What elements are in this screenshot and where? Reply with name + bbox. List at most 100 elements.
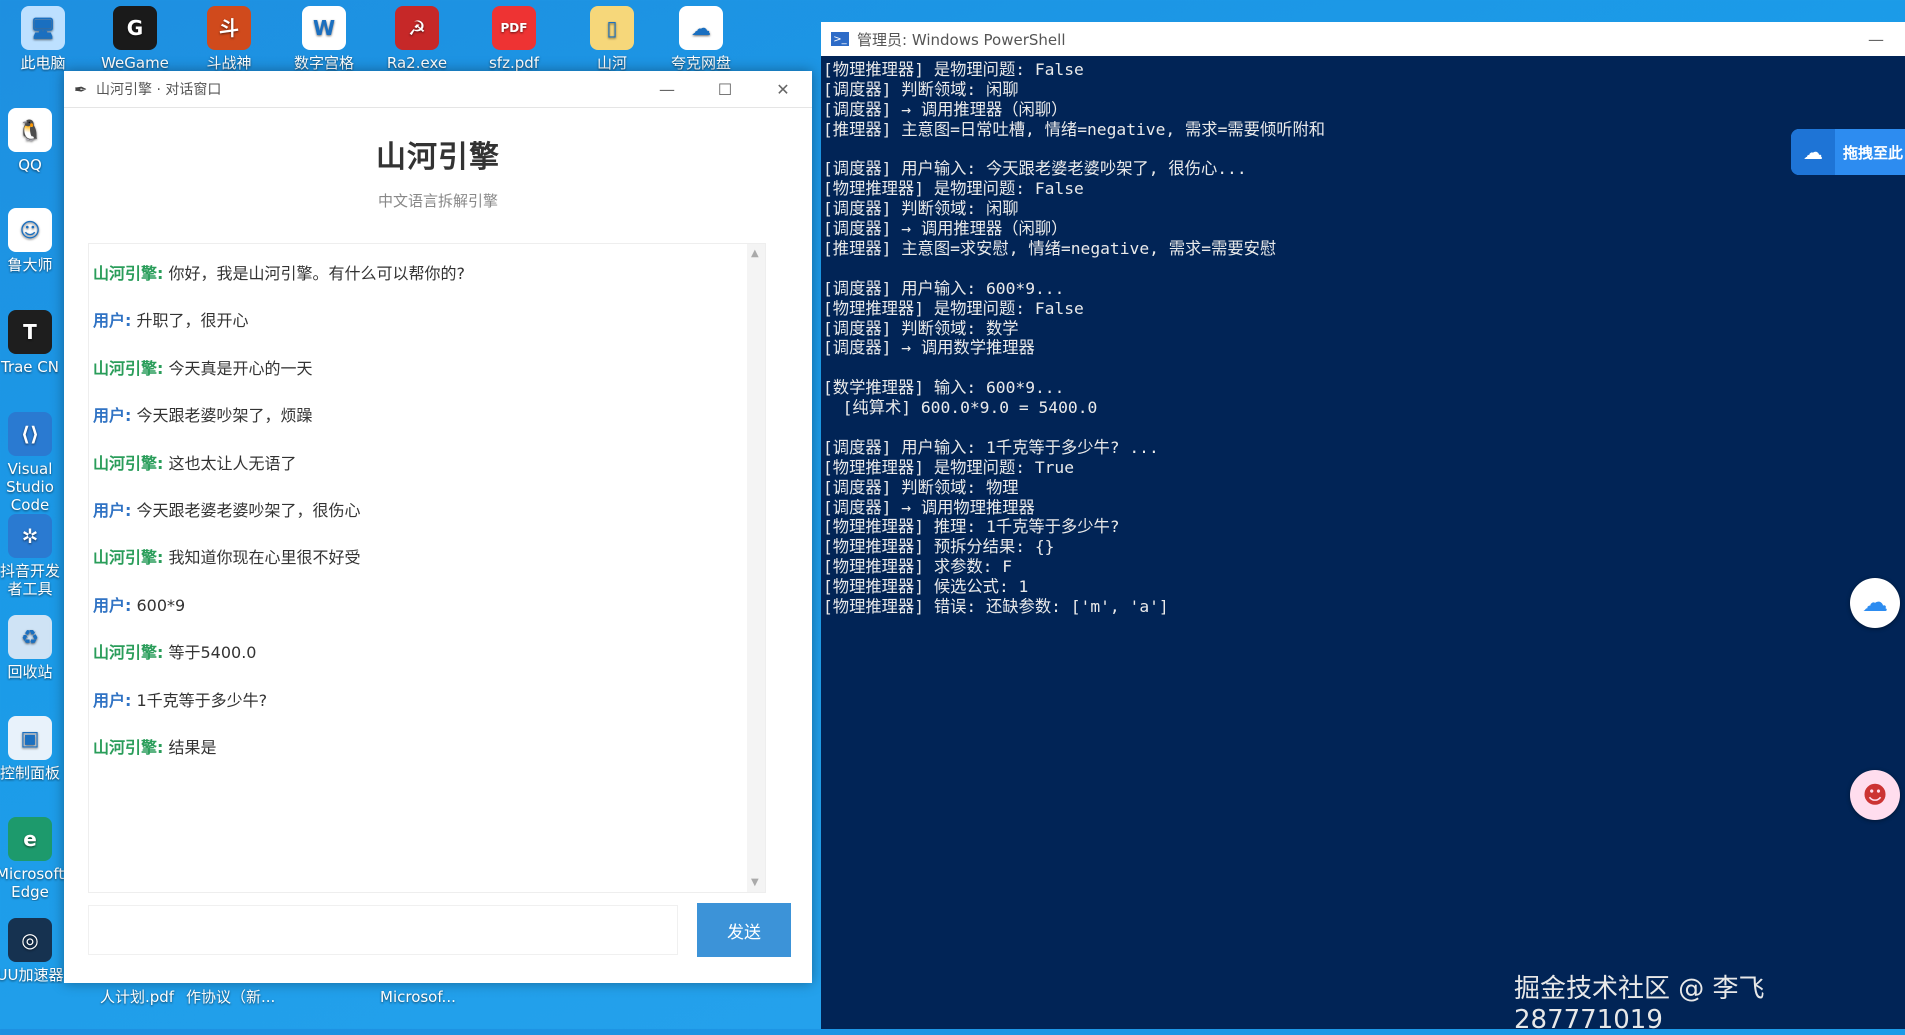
chat-message: 用户: 600*9 [89, 596, 765, 643]
desktop-left-icon-7[interactable]: e Microsoft Edge [0, 817, 64, 901]
quark-cloud-icon: ☁ [679, 6, 723, 50]
message-list[interactable]: 山河引擎: 你好，我是山河引擎。有什么可以帮你的? 用户: 升职了，很开心 山河引擎… [88, 243, 766, 893]
message-container: 山河引擎: 你好，我是山河引擎。有什么可以帮你的? 用户: 升职了，很开心 山河引擎… [89, 264, 765, 785]
desktop-left-icon-5[interactable]: ♻ 回收站 [0, 615, 64, 681]
desktop-icon-6[interactable]: ▯ 山河 [569, 6, 655, 72]
desktop-icon-label: Microsoft Edge [0, 865, 64, 901]
desktop-left-icon-8[interactable]: ◎ UU加速器 [0, 918, 64, 984]
feather-icon: ✒ [74, 79, 88, 99]
message-text: 等于5400.0 [168, 643, 257, 663]
chat-window-title: 山河引擎 · 对话窗口 [96, 82, 222, 98]
desktop-icon-label: 此电脑 [20, 54, 66, 72]
scroll-up-icon[interactable]: ▲ [751, 248, 759, 259]
douyin-dev-icon: ✲ [8, 514, 52, 558]
chat-message: 山河引擎: 结果是 [89, 738, 765, 785]
chat-message: 用户: 今天跟老婆老婆吵架了，很伤心 [89, 501, 765, 548]
baidu-upload-widget[interactable]: ☁ 拖拽至此 [1791, 129, 1905, 175]
chat-message: 用户: 升职了，很开心 [89, 311, 765, 358]
desktop-icon-2[interactable]: 斗斗战神 [186, 6, 272, 72]
desktop-icon-7[interactable]: ☁ 夸克网盘 [658, 6, 744, 72]
message-sender: 山河引擎: [93, 264, 164, 283]
powershell-line [823, 259, 1905, 279]
message-scrollbar[interactable]: ▲ ▼ [747, 244, 765, 892]
ra2-icon: ☭ [395, 6, 439, 50]
message-input[interactable] [88, 905, 678, 955]
message-sender: 用户: [93, 406, 132, 426]
powershell-line: [调度器] → 调用物理推理器 [823, 497, 1035, 517]
message-sender: 用户: [93, 500, 132, 520]
desktop-bottom-label[interactable]: Microsof... [380, 988, 456, 1006]
scroll-down-icon[interactable]: ▼ [751, 877, 759, 888]
desktop-icon-3[interactable]: W 数字宫格 [281, 6, 367, 72]
chat-message: 用户: 今天跟老婆吵架了，烦躁 [89, 406, 765, 453]
powershell-line: [调度器] 用户输入: 1千克等于多少牛? ... [823, 437, 1159, 457]
desktop-icon-label: Visual Studio Code [6, 460, 54, 514]
uu-icon: ◎ [8, 918, 52, 962]
avatar-float-icon[interactable]: ☻ [1850, 770, 1900, 820]
powershell-line: [调度器] → 调用推理器（闲聊） [823, 219, 1068, 239]
chat-message: 用户: 1千克等于多少牛? [89, 691, 765, 738]
edge-icon: e [8, 817, 52, 861]
close-button[interactable]: ✕ [754, 71, 812, 107]
powershell-line: [调度器] 用户输入: 今天跟老婆老婆吵架了, 很伤心... [823, 159, 1247, 179]
powershell-titlebar[interactable]: >_ 管理员: Windows PowerShell — [821, 22, 1905, 56]
desktop-icon-0[interactable]: 🖥 此电脑 [0, 6, 86, 72]
message-sender: 山河引擎: [93, 453, 164, 473]
powershell-line: [物理推理器] 是物理问题: False [823, 60, 1084, 79]
desktop-icon-label: 夸克网盘 [670, 54, 731, 72]
ludashi-icon: ☺ [8, 208, 52, 252]
desktop-icon-label: QQ [18, 156, 42, 174]
desktop-icon-label: 斗战神 [206, 54, 252, 72]
message-text: 这也太让人无语了 [168, 453, 297, 473]
message-sender: 用户: [93, 595, 132, 615]
app-title: 山河引擎 [376, 140, 500, 175]
desktop-bottom-label[interactable]: 作协议（新... [186, 988, 275, 1006]
input-row: 发送 [88, 903, 791, 957]
desktop-left-icon-6[interactable]: ▣ 控制面板 [0, 716, 64, 782]
powershell-line: [推理器] 主意图=求安慰, 情绪=negative, 需求=需要安慰 [823, 239, 1277, 259]
message-text: 你好，我是山河引擎。有什么可以帮你的? [168, 264, 466, 283]
message-text: 1千克等于多少牛? [136, 690, 268, 710]
chat-header: 山河引擎 中文语言拆解引擎 [64, 108, 812, 211]
powershell-minimize-button[interactable]: — [1847, 21, 1905, 57]
baidu-upload-label: 拖拽至此 [1843, 143, 1904, 162]
powershell-line [823, 140, 1905, 160]
powershell-line: [物理推理器] 推理: 1千克等于多少牛? [823, 517, 1120, 537]
maximize-button[interactable]: ☐ [696, 71, 754, 107]
desktop-left-icon-0[interactable]: 🐧 QQ [0, 108, 64, 174]
send-button[interactable]: 发送 [697, 903, 791, 957]
powershell-line: [调度器] 判断领域: 闲聊 [823, 199, 1019, 219]
desktop-left-icon-4[interactable]: ✲ 抖音开发者工具 [0, 514, 64, 598]
cloud-upload-icon: ☁ [1791, 129, 1835, 175]
desktop-icon-5[interactable]: PDF sfz.pdf [471, 6, 557, 72]
desktop-left-icon-1[interactable]: ☺ 鲁大师 [0, 208, 64, 274]
pdf-icon: PDF [492, 6, 536, 50]
desktop-icon-label: UU加速器 [0, 966, 64, 984]
chat-message: 山河引擎: 今天真是开心的一天 [89, 359, 765, 406]
word-doc-icon: W [302, 6, 346, 50]
message-sender: 用户: [93, 690, 132, 710]
desktop-icon-1[interactable]: G WeGame [92, 6, 178, 72]
vscode-icon: ⟨⟩ [8, 412, 52, 456]
powershell-line: [物理推理器] 错误: 还缺参数: ['m', 'a'] [823, 597, 1169, 617]
minimize-button[interactable]: — [638, 71, 696, 107]
powershell-line: [物理推理器] 预拆分结果: {} [823, 537, 1055, 557]
cloud-float-icon[interactable]: ☁ [1850, 578, 1900, 628]
message-text: 结果是 [168, 737, 217, 757]
desktop-bottom-label[interactable]: 人计划.pdf [100, 988, 174, 1006]
desktop-left-icon-2[interactable]: T Trae CN [0, 310, 64, 376]
powershell-line: [物理推理器] 是物理问题: True [823, 457, 1075, 477]
desktop-icon-4[interactable]: ☭ Ra2.exe [374, 6, 460, 72]
message-text: 今天跟老婆老婆吵架了，很伤心 [136, 500, 361, 520]
chat-titlebar[interactable]: ✒ 山河引擎 · 对话窗口 — ☐ ✕ [64, 71, 812, 108]
powershell-line [823, 358, 1905, 378]
desktop-icon-label: 控制面板 [0, 764, 60, 782]
desktop-left-icon-3[interactable]: ⟨⟩ Visual Studio Code [0, 412, 64, 514]
powershell-line: [物理推理器] 是物理问题: False [823, 298, 1084, 318]
powershell-line: [调度器] 用户输入: 600*9... [823, 278, 1065, 298]
desktop-icon-label: 抖音开发者工具 [0, 562, 60, 598]
powershell-line [823, 418, 1905, 438]
powershell-output: [物理推理器] 是物理问题: False [调度器] 判断领域: 闲聊 [调度器] … [821, 56, 1905, 617]
powershell-icon: >_ [831, 32, 849, 46]
chat-message: 山河引擎: 等于5400.0 [89, 643, 765, 690]
